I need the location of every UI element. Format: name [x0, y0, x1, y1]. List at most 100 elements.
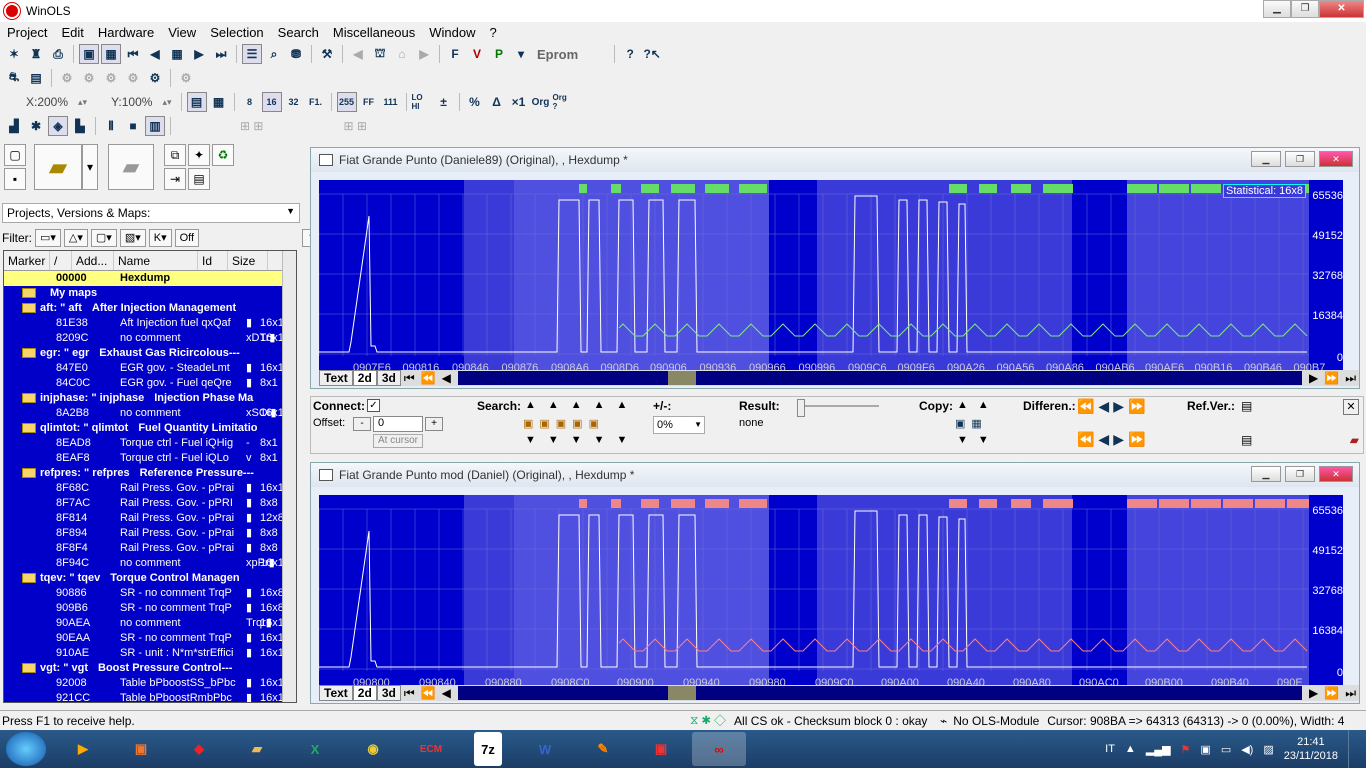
col-sort[interactable]: /	[50, 251, 72, 270]
projects-combo[interactable]: Projects, Versions & Maps: ▼	[2, 203, 300, 223]
horizontal-scrollbar[interactable]	[457, 686, 1302, 700]
tray-flag-icon[interactable]: ⚑	[1181, 743, 1191, 756]
filter-e-button[interactable]: K▾	[148, 229, 172, 247]
upload-icon[interactable]: ⛫	[370, 44, 390, 64]
scroll-fastback-icon[interactable]: ⏪	[418, 686, 439, 700]
difference-marker[interactable]	[1191, 184, 1221, 193]
menu-project[interactable]: Project	[0, 25, 54, 40]
scroll-last-icon[interactable]: ⏭	[1342, 686, 1359, 701]
refver-icon-2[interactable]: ▤	[1241, 433, 1252, 447]
list-item[interactable]: 8209C no comment xDTr▮ 16x16	[4, 331, 296, 346]
folder-item[interactable]: tqev: " tqev Torque Control Managen	[4, 571, 296, 586]
difference-marker[interactable]	[739, 184, 767, 193]
context-help-icon[interactable]: ?↖	[642, 44, 662, 64]
list-item[interactable]: 84C0C EGR gov. - Fuel qeQre ▮ 8x1	[4, 376, 296, 391]
new-project-icon[interactable]: ▢	[4, 144, 26, 166]
table-view-icon[interactable]: ▦	[209, 92, 229, 112]
winols-taskbar-icon[interactable]: ∞	[692, 732, 746, 766]
folder-item[interactable]: vgt: " vgt Boost Pressure Control---	[4, 661, 296, 676]
sign-icon[interactable]: ±	[434, 92, 454, 112]
difference-marker[interactable]	[949, 499, 967, 508]
menu-edit[interactable]: Edit	[54, 25, 90, 40]
list-item[interactable]: 90886 SR - no comment TrqP ▮ 16x8	[4, 586, 296, 601]
search-up-arrows[interactable]: ▲▲▲▲▲	[525, 399, 639, 411]
refver-icon[interactable]: ▤	[1241, 399, 1252, 413]
app-red-icon[interactable]: ▣	[634, 732, 688, 766]
list-item[interactable]: 8EAF8 Torque ctrl - Fuel iQLo v 8x1	[4, 451, 296, 466]
tab-2d[interactable]: 2d	[352, 370, 377, 386]
search-down-arrows[interactable]: ▼▼▼▼▼	[525, 434, 639, 446]
bit16-button[interactable]: 16	[261, 92, 282, 112]
folder-item[interactable]: My maps	[4, 286, 296, 301]
difference-marker[interactable]	[579, 184, 587, 193]
lohi-button[interactable]: LO HI	[412, 92, 432, 112]
list-item[interactable]: 8F8F4 Rail Press. Gov. - pPrai ▮ 8x8	[4, 541, 296, 556]
list-item[interactable]: 8F68C Rail Press. Gov. - pPrai ▮ 16x16	[4, 481, 296, 496]
menu-view[interactable]: View	[161, 25, 203, 40]
result-slider-handle[interactable]	[797, 399, 805, 417]
copy-down-arrows[interactable]: ▼▼	[957, 434, 999, 446]
tool-project-icon[interactable]: ✦	[188, 144, 210, 166]
help-icon[interactable]: ?	[620, 44, 640, 64]
list-item[interactable]: 8A2B8 no comment xSOI▮ 16x16	[4, 406, 296, 421]
close-button[interactable]: ✕	[1319, 0, 1364, 18]
tab-text[interactable]: Text	[319, 370, 353, 386]
find-icon[interactable]: ⌕	[264, 44, 284, 64]
difference-marker[interactable]	[739, 499, 767, 508]
scroll-left-icon[interactable]: ◀	[439, 371, 454, 385]
list-item[interactable]: 8F7AC Rail Press. Gov. - pPRI ▮ 8x8	[4, 496, 296, 511]
menu-miscellaneous[interactable]: Miscellaneous	[326, 25, 422, 40]
list-scrollbar[interactable]	[282, 251, 296, 702]
scroll-right-icon[interactable]: ▶	[1306, 371, 1321, 385]
last-icon[interactable]: ⏭	[211, 44, 231, 64]
difference-marker[interactable]	[1127, 184, 1157, 193]
difference-marker[interactable]	[671, 499, 695, 508]
tab-text[interactable]: Text	[319, 685, 353, 701]
word-icon[interactable]: W	[518, 732, 572, 766]
map-f-icon[interactable]: ■	[123, 116, 143, 136]
open-dropdown-icon[interactable]: ▾	[82, 144, 98, 190]
offset-input[interactable]: 0	[373, 416, 423, 432]
show-desktop-button[interactable]	[1348, 730, 1358, 768]
bit32-button[interactable]: 32	[284, 92, 304, 112]
chrome-icon[interactable]: ◉	[346, 732, 400, 766]
list-item[interactable]: 921CC Table bPboostRmbPbc ▮ 16x10	[4, 691, 296, 702]
list-item[interactable]: 8F814 Rail Press. Gov. - pPrai ▮ 12x8	[4, 511, 296, 526]
scroll-left-icon[interactable]: ◀	[439, 686, 454, 700]
list-item[interactable]: 8EAD8 Torque ctrl - Fuel iQHig -8x1	[4, 436, 296, 451]
difference-marker[interactable]	[671, 184, 695, 193]
hex-graph[interactable]: 65536 49152 32768 16384 0 090800 090840 090880 0…	[319, 495, 1343, 693]
difference-marker[interactable]	[1223, 499, 1253, 508]
eprom-label[interactable]: Eprom	[533, 47, 582, 62]
scroll-fastfwd-icon[interactable]: ⏩	[1321, 686, 1342, 700]
wizard-icon[interactable]: ✶	[4, 44, 24, 64]
col-size[interactable]: Size	[228, 251, 268, 270]
difference-marker[interactable]	[705, 184, 729, 193]
maximize-button[interactable]: ❐	[1291, 0, 1319, 18]
list-item[interactable]: 910AE SR - unit : N*m*strEffici ▮ 16x16	[4, 646, 296, 661]
factor-button[interactable]: ×1	[509, 92, 529, 112]
next-icon[interactable]: ▶	[189, 44, 209, 64]
scroll-first-icon[interactable]: ⏮	[401, 371, 418, 386]
filter-b-button[interactable]: △▾	[63, 229, 88, 247]
ecm-icon[interactable]: ECM	[404, 732, 458, 766]
ruby-icon[interactable]: ◆	[172, 732, 226, 766]
graph-canvas[interactable]	[319, 495, 1343, 693]
delta-button[interactable]: Δ	[487, 92, 507, 112]
folder-item[interactable]: injphase: " injphase Injection Phase Ma	[4, 391, 296, 406]
list-item[interactable]: 00000 Hexdump	[4, 271, 296, 286]
window-layout-icon[interactable]: ▣	[79, 44, 99, 64]
map-e-icon[interactable]: ⫴	[101, 116, 121, 136]
list-item[interactable]: 8F94C no comment xpPr▮ 16x16	[4, 556, 296, 571]
tool-f-icon[interactable]: ⚙	[176, 68, 196, 88]
bin-button[interactable]: 111	[381, 92, 401, 112]
graph-canvas[interactable]	[319, 180, 1343, 378]
shield-icon[interactable]: ▨	[1263, 743, 1273, 756]
y-zoom-field[interactable]: Y:100%	[107, 95, 156, 109]
win2-minimize-button[interactable]: ▁	[1251, 466, 1281, 482]
book-icon[interactable]: ▰	[1350, 433, 1359, 447]
win2-restore-button[interactable]: ❐	[1285, 466, 1315, 482]
monitor-icon[interactable]: ▭	[1221, 743, 1231, 756]
import-icon[interactable]: ▰	[108, 144, 154, 190]
save-icon[interactable]: ▪	[4, 168, 26, 190]
